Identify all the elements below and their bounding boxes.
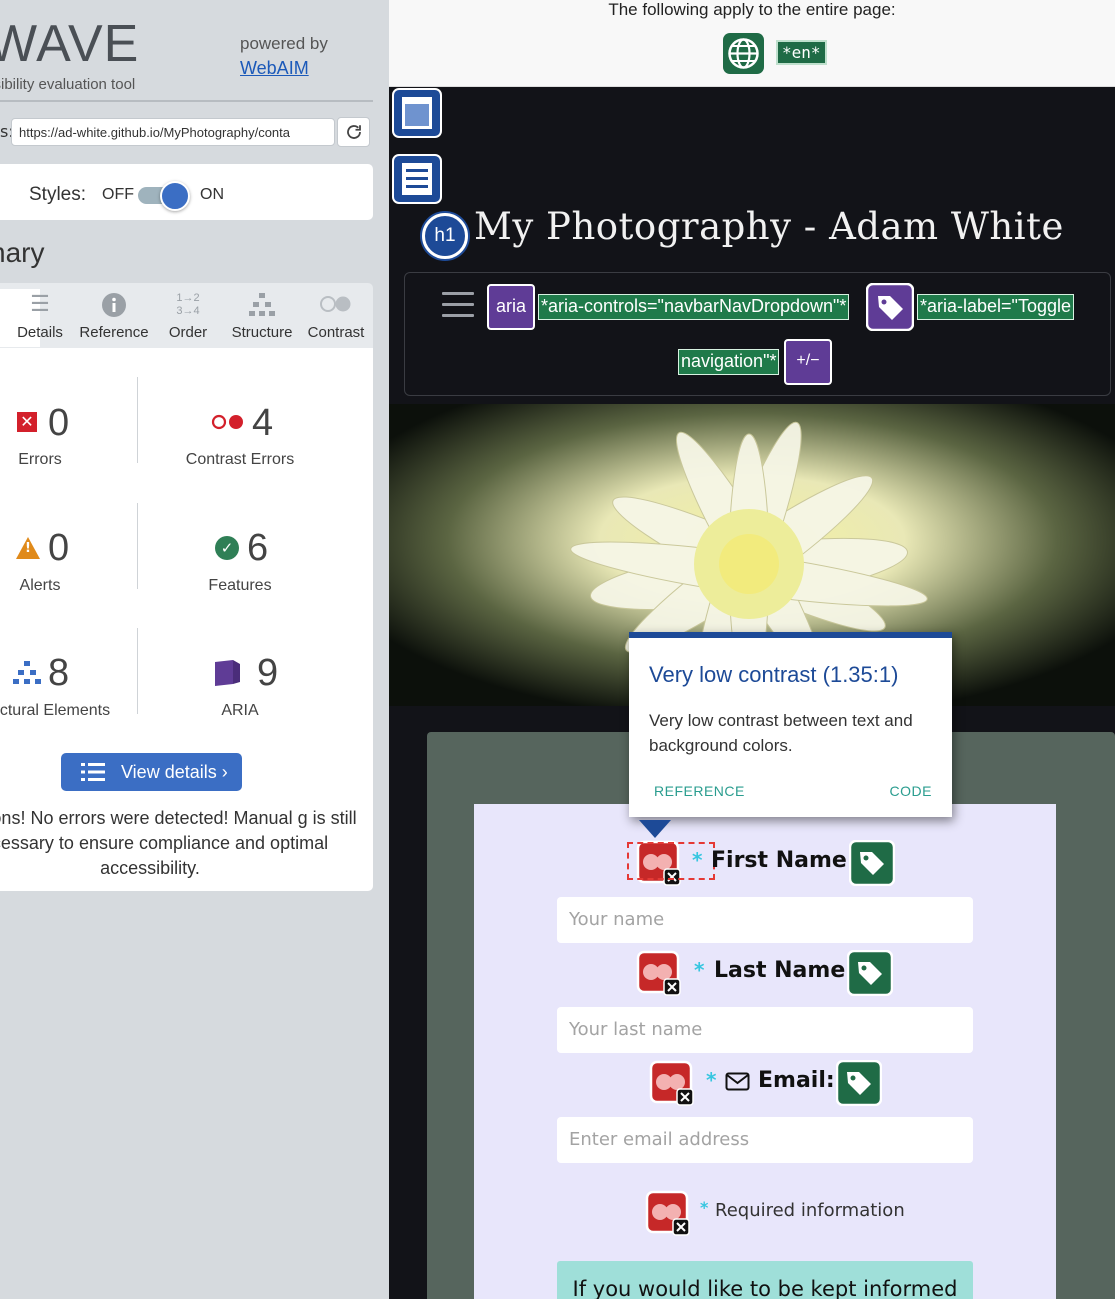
contrast-tooltip: Very low contrast (1.35:1) Very low cont… — [629, 632, 952, 838]
list-icon: ☰ — [30, 291, 50, 316]
aria-label: ARIA — [221, 702, 259, 719]
last-name-label: Last Name: — [714, 958, 855, 983]
view-details-button[interactable]: View details › — [61, 753, 242, 791]
alerts-count: 0 — [48, 527, 70, 569]
aria-label-tag-icon[interactable] — [866, 283, 914, 331]
address-input[interactable]: https://ad-white.github.io/MyPhotography… — [11, 118, 335, 146]
stat-divider — [137, 377, 138, 463]
styles-off-label: OFF — [102, 186, 134, 203]
alerts-label: Alerts — [19, 577, 61, 594]
alert-icon: ! — [16, 537, 40, 559]
contrast-errors-label: Contrast Errors — [185, 451, 295, 468]
refresh-button[interactable] — [337, 117, 370, 147]
aria-expanded-badge[interactable]: +/− — [784, 339, 832, 385]
site-title: My Photography - Adam White — [474, 205, 1064, 248]
powered-by-text: powered by — [240, 34, 328, 53]
aria-controls-text: *aria-controls="navbarNavDropdown"* — [538, 294, 850, 320]
tab-contrast[interactable]: Contrast — [299, 289, 373, 347]
tab-order[interactable]: 1→2 3→4 Order — [151, 289, 225, 347]
aria-icon — [215, 660, 240, 686]
wave-tagline: ssibility evaluation tool — [0, 76, 136, 93]
tooltip-title: Very low contrast (1.35:1) — [649, 662, 899, 687]
structural-label: ctural Elements — [0, 702, 111, 719]
label-tag-icon[interactable] — [849, 840, 895, 886]
errors-count: 0 — [48, 402, 70, 444]
language-globe-icon[interactable] — [723, 33, 764, 74]
aria-count: 9 — [257, 652, 279, 694]
tab-reference[interactable]: Reference — [77, 289, 151, 347]
contrast-error-icon — [211, 414, 243, 430]
evaluated-page: The following apply to the entire page: … — [389, 0, 1115, 1299]
email-input[interactable]: Enter email address — [557, 1117, 973, 1163]
features-label: Features — [208, 577, 272, 594]
order-icon: 1→2 3→4 — [176, 292, 200, 317]
contrast-errors-count: 4 — [252, 402, 274, 444]
page-level-bar: The following apply to the entire page: … — [389, 0, 1115, 87]
styles-label: Styles: — [29, 184, 87, 205]
tab-contrast-label: Contrast — [307, 324, 365, 341]
webaim-link[interactable]: WebAIM — [240, 58, 309, 79]
tab-reference-label: Reference — [79, 324, 149, 341]
stat-divider — [137, 628, 138, 714]
tab-structure[interactable]: Structure — [225, 289, 299, 347]
info-icon — [77, 289, 151, 319]
wave-logo: WAVE — [0, 15, 140, 73]
keep-informed-box: If you would like to be kept informed — [557, 1261, 973, 1299]
errors-label: Errors — [18, 451, 62, 468]
navigation-region-icon[interactable] — [392, 154, 442, 204]
features-count: 6 — [247, 527, 269, 569]
list-icon — [81, 763, 105, 781]
wave-sidebar: WAVE ssibility evaluation tool powered b… — [0, 0, 389, 1299]
first-name-label: First Name: — [711, 848, 856, 873]
tab-details[interactable]: ☰ Details — [3, 289, 77, 347]
required-star: * — [692, 848, 703, 872]
aria-label-text-2: navigation"* — [678, 349, 780, 375]
h1-badge[interactable]: h1 — [422, 213, 468, 259]
tab-order-label: Order — [168, 324, 208, 341]
tooltip-body: Very low contrast between text and backg… — [649, 711, 913, 755]
contrast-error-icon[interactable] — [634, 948, 682, 996]
label-tag-icon[interactable] — [836, 1060, 882, 1106]
aria-label-text-1: *aria-label="Toggle — [917, 294, 1074, 320]
email-label: Email: — [758, 1068, 835, 1093]
styles-toggle-knob[interactable] — [160, 181, 190, 211]
feature-check-icon: ✓ — [215, 536, 239, 560]
header-region-icon[interactable] — [392, 88, 442, 138]
structure-icon — [13, 661, 41, 684]
label-tag-icon[interactable] — [847, 950, 893, 996]
contrast-icon — [299, 289, 373, 319]
navbar-toggle-button[interactable] — [442, 292, 474, 322]
error-icon: ✕ — [17, 412, 37, 432]
styles-on-label: ON — [200, 186, 224, 203]
envelope-icon — [725, 1072, 750, 1091]
required-star: * — [700, 1198, 709, 1217]
tooltip-reference-link[interactable]: REFERENCE — [654, 783, 745, 799]
required-star: * — [694, 958, 705, 982]
contrast-error-icon[interactable] — [647, 1058, 695, 1106]
stat-divider — [137, 503, 138, 589]
tab-details-label: Details — [17, 324, 63, 341]
aria-badge[interactable]: aria — [487, 284, 535, 330]
last-name-input[interactable]: Your last name — [557, 1007, 973, 1053]
required-star: * — [706, 1068, 717, 1092]
language-tag[interactable]: *en* — [776, 40, 827, 65]
structural-count: 8 — [48, 652, 70, 694]
summary-heading: nary — [0, 237, 45, 268]
first-name-input[interactable]: Your name — [557, 897, 973, 943]
header-divider — [0, 100, 373, 102]
tooltip-code-link[interactable]: CODE — [890, 783, 932, 799]
congrats-message: atulations! No errors were detected! Man… — [0, 808, 357, 878]
tooltip-arrow — [639, 820, 671, 838]
contrast-error-icon[interactable] — [643, 1188, 691, 1236]
tab-structure-label: Structure — [231, 324, 293, 341]
required-info-text: Required information — [715, 1200, 905, 1221]
page-level-note: The following apply to the entire page: — [608, 0, 896, 19]
refresh-icon — [346, 125, 361, 139]
structure-icon — [225, 289, 299, 319]
view-details-label: View details › — [121, 762, 228, 782]
